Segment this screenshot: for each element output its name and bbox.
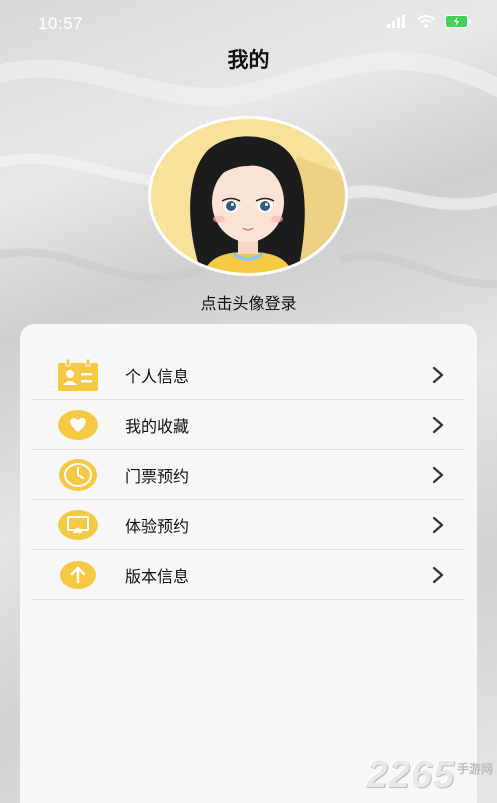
avatar[interactable]: [147, 116, 349, 276]
wifi-icon: [417, 15, 435, 28]
chevron-right-icon: [432, 566, 444, 584]
heart-icon: [58, 408, 98, 442]
status-time: 10:57: [38, 14, 84, 33]
chevron-right-icon: [432, 366, 444, 384]
chevron-right-icon: [432, 416, 444, 434]
status-icons: [387, 15, 471, 28]
menu-item-label: 门票预约: [125, 466, 190, 486]
menu-item-experience-booking[interactable]: 体验预约: [32, 500, 465, 550]
menu-item-label: 版本信息: [125, 566, 190, 586]
status-bar: 10:57: [0, 0, 497, 46]
menu-item-label: 个人信息: [125, 366, 190, 386]
watermark-text: 手游网: [456, 762, 493, 776]
upload-arrow-icon: [58, 558, 98, 592]
avatar-girl-image: [148, 116, 348, 276]
watermark-number: 2265: [366, 754, 455, 796]
signal-icon: [387, 15, 405, 28]
battery-charging-icon: [445, 15, 471, 28]
chevron-right-icon: [432, 466, 444, 484]
menu-item-version-info[interactable]: 版本信息: [32, 550, 465, 600]
screen-icon: [58, 508, 98, 542]
menu-card: 个人信息 我的收藏 门票预约 体验预约 版本信息: [20, 324, 477, 803]
menu-item-ticket-booking[interactable]: 门票预约: [32, 450, 465, 500]
menu-list: 个人信息 我的收藏 门票预约 体验预约 版本信息: [32, 350, 465, 600]
menu-item-personal-info[interactable]: 个人信息: [32, 350, 465, 400]
chevron-right-icon: [432, 516, 444, 534]
id-card-icon: [58, 358, 98, 392]
menu-item-label: 我的收藏: [125, 416, 190, 436]
watermark: 2265 手游网: [366, 754, 493, 797]
clock-icon: [58, 458, 98, 492]
page-title: 我的: [227, 48, 270, 72]
menu-item-favorites[interactable]: 我的收藏: [32, 400, 465, 450]
login-prompt[interactable]: 点击头像登录: [0, 290, 497, 314]
menu-item-label: 体验预约: [125, 516, 190, 536]
